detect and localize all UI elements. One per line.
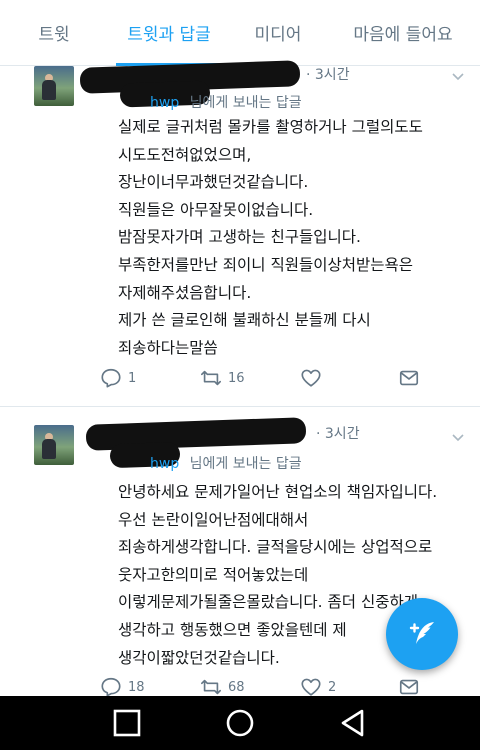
- reply-count: 18: [128, 679, 145, 695]
- avatar[interactable]: [34, 66, 74, 106]
- profile-tabs: 트윗 트윗과 답글 미디어 마음에 들어요: [0, 0, 480, 66]
- reply-suffix: 님에게 보내는 답글: [189, 456, 302, 472]
- mail-icon: [399, 370, 419, 386]
- tab-tweets-and-replies[interactable]: 트윗과 답글: [108, 0, 230, 66]
- retweet-button[interactable]: 16: [200, 367, 245, 389]
- reply-button[interactable]: 1: [100, 367, 136, 389]
- retweet-icon: [201, 370, 221, 386]
- reply-suffix: 님에게 보내는 답글: [189, 95, 302, 111]
- retweet-count: 68: [228, 679, 245, 695]
- tweet-line: 장난이너무과했던것같습니다.: [118, 173, 309, 192]
- reply-handle[interactable]: hwp: [150, 95, 179, 111]
- tweet-line: 웃자고한의미로 적어놓았는데: [118, 565, 309, 584]
- retweet-count: 16: [228, 370, 245, 386]
- heart-icon: [301, 678, 321, 696]
- reply-handle[interactable]: hwp: [150, 456, 179, 472]
- heart-icon: [301, 369, 321, 387]
- like-button[interactable]: [300, 367, 328, 389]
- reply-icon: [101, 677, 121, 697]
- tweet-line: 죄송하게생각합니다. 글적을당시에는 상업적으로: [118, 538, 433, 557]
- home-icon: [226, 709, 254, 737]
- tweet-time: · 3시간: [306, 67, 350, 83]
- tweet-line: 제가 쓴 글로인해 불쾌하신 분들께 다시: [118, 311, 371, 330]
- reply-button[interactable]: 18: [100, 676, 145, 698]
- tweet-line: 부족한저를만난 죄이니 직원들이상처받는욕은: [118, 255, 414, 274]
- compose-tweet-button[interactable]: [386, 598, 458, 670]
- tweet-line: 시도도전혀없었으며,: [118, 145, 252, 164]
- avatar-figure: [42, 439, 56, 459]
- tab-media[interactable]: 미디어: [230, 0, 326, 65]
- reply-count: 1: [128, 370, 137, 386]
- tweet[interactable]: · 3시간 hwp 님에게 보내는 답글 실제로 글귀처럼 몰카를 촬영하거나 …: [0, 60, 480, 402]
- like-button[interactable]: 2: [300, 676, 336, 698]
- home-button[interactable]: [220, 703, 260, 743]
- system-navigation-bar: [0, 696, 480, 750]
- tweet-line: 자제해주셨음합니다.: [118, 283, 252, 302]
- chevron-down-icon[interactable]: [452, 68, 464, 81]
- back-button[interactable]: [333, 703, 373, 743]
- tweet-line: 실제로 글귀처럼 몰카를 촬영하거나 그럴의도도: [118, 118, 423, 136]
- tweet-line: 안녕하세요 문제가일어난 현업소의 책임자입니다.: [118, 483, 438, 501]
- avatar[interactable]: [34, 425, 74, 465]
- reply-context: hwp 님에게 보내는 답글: [110, 453, 302, 473]
- retweet-button[interactable]: 68: [200, 676, 245, 698]
- recent-apps-button[interactable]: [107, 703, 147, 743]
- tweet-text: 실제로 글귀처럼 몰카를 촬영하거나 그럴의도도 시도도전혀없었으며, 장난이너…: [118, 114, 464, 362]
- tweet-line: 죄송하다는말씀: [118, 338, 218, 357]
- tweet-actions: 1 16: [100, 366, 424, 390]
- mail-icon: [399, 679, 419, 695]
- tab-tweets[interactable]: 트윗: [0, 0, 108, 65]
- like-count: 2: [328, 679, 337, 695]
- avatar-figure: [42, 80, 56, 100]
- reply-icon: [101, 368, 121, 388]
- tweet-line: 우선 논란이일어난점에대해서: [118, 510, 309, 529]
- direct-message-button[interactable]: [398, 676, 420, 698]
- tweet-line: 밤잠못자가며 고생하는 친구들입니다.: [118, 228, 361, 247]
- back-icon: [342, 709, 364, 737]
- tweet-line: 직원들은 아무잘못이없습니다.: [118, 200, 314, 219]
- recent-apps-icon: [113, 709, 140, 737]
- reply-context: hwp 님에게 보내는 답글: [110, 92, 302, 112]
- tab-likes[interactable]: 마음에 들어요: [326, 0, 480, 65]
- tweet-time: · 3시간: [316, 426, 360, 442]
- chevron-down-icon[interactable]: [452, 429, 464, 442]
- compose-tweet-icon: [409, 622, 434, 644]
- direct-message-button[interactable]: [398, 367, 420, 389]
- retweet-icon: [201, 679, 221, 695]
